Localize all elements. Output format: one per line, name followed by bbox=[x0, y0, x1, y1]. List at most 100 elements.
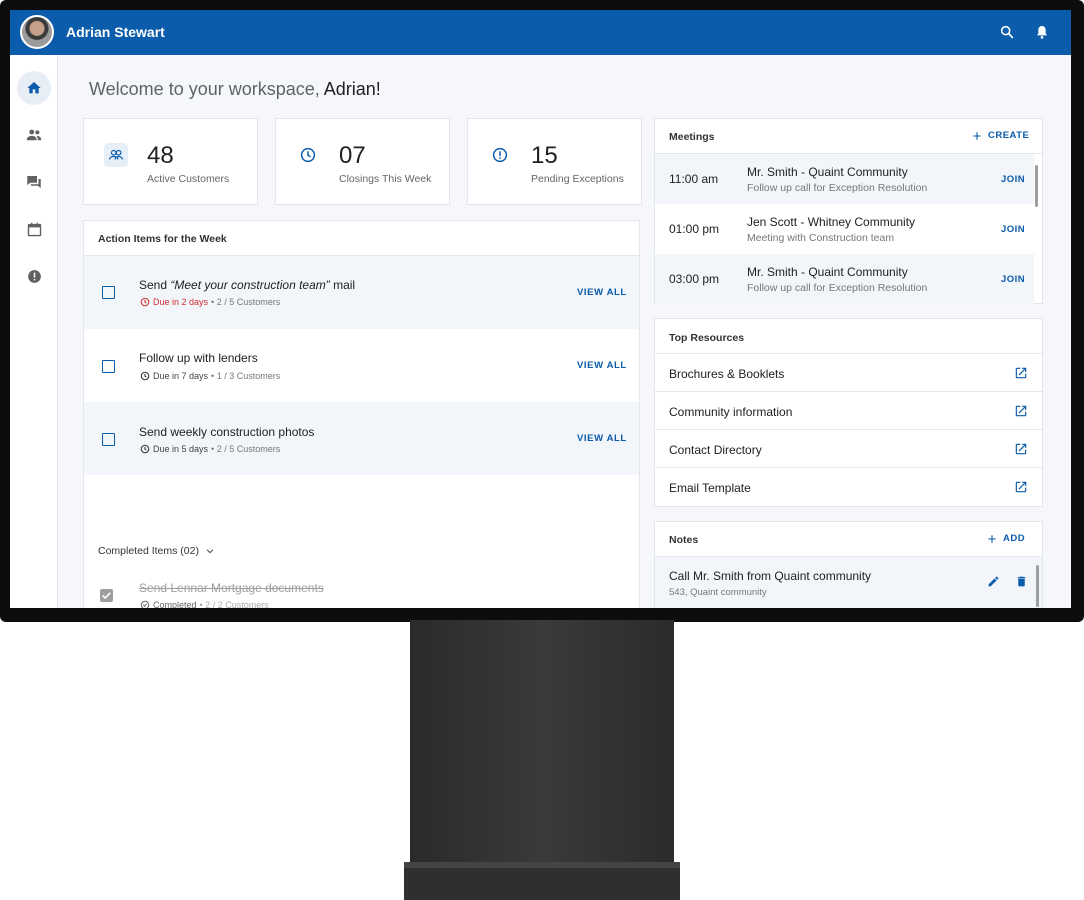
action-item-meta: Due in 2 days • 2 / 5 Customers bbox=[140, 297, 280, 307]
action-item-checkbox[interactable] bbox=[102, 286, 115, 299]
meeting-row: 01:00 pm Jen Scott - Whitney Community M… bbox=[655, 204, 1034, 254]
resource-label: Brochures & Booklets bbox=[669, 367, 785, 381]
due-text: Due in 2 days bbox=[153, 297, 209, 307]
plus-icon bbox=[988, 534, 996, 543]
completed-checkbox[interactable] bbox=[100, 589, 113, 602]
action-items-panel: Action Items for the Week Send “Meet you… bbox=[83, 220, 640, 608]
meetings-panel: Meetings CREATE 11:00 am Mr. Smith - Qua… bbox=[654, 118, 1043, 304]
edit-icon[interactable] bbox=[987, 575, 1000, 588]
stat-value: 48 bbox=[147, 142, 174, 169]
join-button[interactable]: JOIN bbox=[1001, 224, 1025, 235]
app-bar: Adrian Stewart bbox=[10, 10, 1071, 55]
chevron-down-icon bbox=[206, 549, 214, 554]
action-item-checkbox[interactable] bbox=[102, 360, 115, 373]
meeting-row: 03:00 pm Mr. Smith - Quaint Community Fo… bbox=[655, 254, 1034, 304]
action-item-meta: Due in 7 days • 1 / 3 Customers bbox=[140, 371, 280, 381]
completed-items-toggle[interactable]: Completed Items (02) bbox=[98, 545, 215, 557]
view-all-link[interactable]: VIEW ALL bbox=[577, 433, 627, 444]
completed-item: Send Lennar Mortgage documents Completed… bbox=[84, 571, 639, 608]
check-icon bbox=[102, 592, 111, 600]
notes-panel: Notes ADD Call Mr. Smith from Quaint com… bbox=[654, 521, 1043, 608]
meeting-title: Jen Scott - Whitney Community bbox=[747, 215, 916, 229]
avatar[interactable] bbox=[20, 15, 54, 49]
title-part: Send bbox=[139, 278, 171, 292]
external-link-icon[interactable] bbox=[1014, 366, 1028, 380]
note-title: Call Mr. Smith from Quaint community bbox=[669, 569, 872, 583]
title-part: mail bbox=[329, 278, 356, 292]
stat-label: Pending Exceptions bbox=[531, 173, 624, 185]
resource-row[interactable]: Email Template bbox=[655, 467, 1042, 506]
nav-home[interactable] bbox=[17, 71, 51, 105]
note-subtitle: 543, Quaint community bbox=[669, 587, 767, 598]
welcome-prefix: Welcome to your workspace, bbox=[89, 79, 324, 99]
action-item: Send “Meet your construction team” mail … bbox=[84, 256, 639, 329]
action-item-checkbox[interactable] bbox=[102, 433, 115, 446]
action-item-title: Send weekly construction photos bbox=[139, 425, 315, 439]
stat-value: 15 bbox=[531, 142, 558, 169]
stat-card-exceptions[interactable]: 15 Pending Exceptions bbox=[467, 118, 642, 205]
meetings-scrollbar[interactable] bbox=[1035, 165, 1038, 207]
stat-card-active-customers[interactable]: 48 Active Customers bbox=[83, 118, 258, 205]
meeting-time: 01:00 pm bbox=[669, 222, 720, 236]
view-all-link[interactable]: VIEW ALL bbox=[577, 287, 627, 298]
user-name: Adrian Stewart bbox=[66, 24, 165, 40]
meeting-title: Mr. Smith - Quaint Community bbox=[747, 265, 908, 279]
stat-label: Active Customers bbox=[147, 173, 230, 185]
action-item-title: Follow up with lenders bbox=[139, 351, 258, 365]
meeting-subtitle: Meeting with Construction team bbox=[747, 232, 895, 244]
notes-scrollbar[interactable] bbox=[1036, 565, 1039, 607]
resource-row[interactable]: Contact Directory bbox=[655, 429, 1042, 468]
customer-count: • 1 / 3 Customers bbox=[211, 371, 281, 381]
trash-icon[interactable] bbox=[1015, 575, 1028, 588]
stat-card-closings[interactable]: 07 Closings This Week bbox=[275, 118, 450, 205]
title-emphasis: “Meet your construction team” bbox=[170, 278, 330, 292]
notes-title: Notes bbox=[669, 534, 699, 546]
action-items-title: Action Items for the Week bbox=[98, 233, 227, 245]
add-note-button[interactable]: ADD bbox=[987, 533, 1025, 544]
action-items-header: Action Items for the Week bbox=[84, 221, 639, 256]
calendar-icon bbox=[27, 222, 41, 236]
check-circle-icon bbox=[140, 600, 150, 608]
action-item: Send weekly construction photos Due in 5… bbox=[84, 402, 639, 475]
notes-header: Notes ADD bbox=[655, 522, 1042, 557]
meeting-time: 11:00 am bbox=[669, 172, 719, 186]
add-label: ADD bbox=[1003, 533, 1026, 544]
welcome-heading: Welcome to your workspace, Adrian! bbox=[89, 79, 381, 100]
customer-count: • 2 / 2 Customers bbox=[199, 600, 269, 608]
view-all-link[interactable]: VIEW ALL bbox=[577, 360, 627, 371]
nav-people[interactable] bbox=[17, 118, 51, 152]
completed-items-label: Completed Items (02) bbox=[98, 545, 199, 557]
search-icon[interactable] bbox=[996, 21, 1018, 43]
resource-row[interactable]: Brochures & Booklets bbox=[655, 353, 1042, 392]
nav-chat[interactable] bbox=[17, 165, 51, 199]
stat-value: 07 bbox=[339, 142, 366, 169]
meeting-title: Mr. Smith - Quaint Community bbox=[747, 165, 908, 179]
external-link-icon[interactable] bbox=[1014, 480, 1028, 494]
welcome-name: Adrian! bbox=[323, 79, 381, 99]
meetings-header: Meetings CREATE bbox=[655, 119, 1042, 154]
people-outline-icon bbox=[104, 143, 128, 167]
completed-item-title: Send Lennar Mortgage documents bbox=[139, 581, 324, 595]
chat-icon bbox=[27, 176, 41, 188]
monitor-stand-neck bbox=[410, 620, 674, 868]
external-link-icon[interactable] bbox=[1014, 404, 1028, 418]
clock-icon bbox=[296, 143, 320, 167]
resources-title: Top Resources bbox=[669, 332, 745, 344]
meeting-time: 03:00 pm bbox=[669, 272, 720, 286]
sidebar bbox=[10, 55, 58, 608]
external-link-icon[interactable] bbox=[1014, 442, 1028, 456]
bell-icon[interactable] bbox=[1031, 21, 1053, 43]
customer-count: • 2 / 5 Customers bbox=[211, 297, 281, 307]
resource-label: Email Template bbox=[669, 481, 751, 495]
resource-row[interactable]: Community information bbox=[655, 391, 1042, 430]
meeting-subtitle: Follow up call for Exception Resolution bbox=[747, 182, 928, 194]
join-button[interactable]: JOIN bbox=[1001, 174, 1025, 185]
create-meeting-button[interactable]: CREATE bbox=[972, 130, 1029, 141]
monitor-frame: Adrian Stewart Welcome to your workspace… bbox=[0, 0, 1084, 622]
nav-exceptions[interactable] bbox=[17, 259, 51, 293]
join-button[interactable]: JOIN bbox=[1001, 274, 1025, 285]
meetings-title: Meetings bbox=[669, 131, 715, 143]
clock-icon bbox=[140, 371, 150, 381]
nav-calendar[interactable] bbox=[17, 212, 51, 246]
due-text: Due in 5 days bbox=[153, 444, 209, 454]
